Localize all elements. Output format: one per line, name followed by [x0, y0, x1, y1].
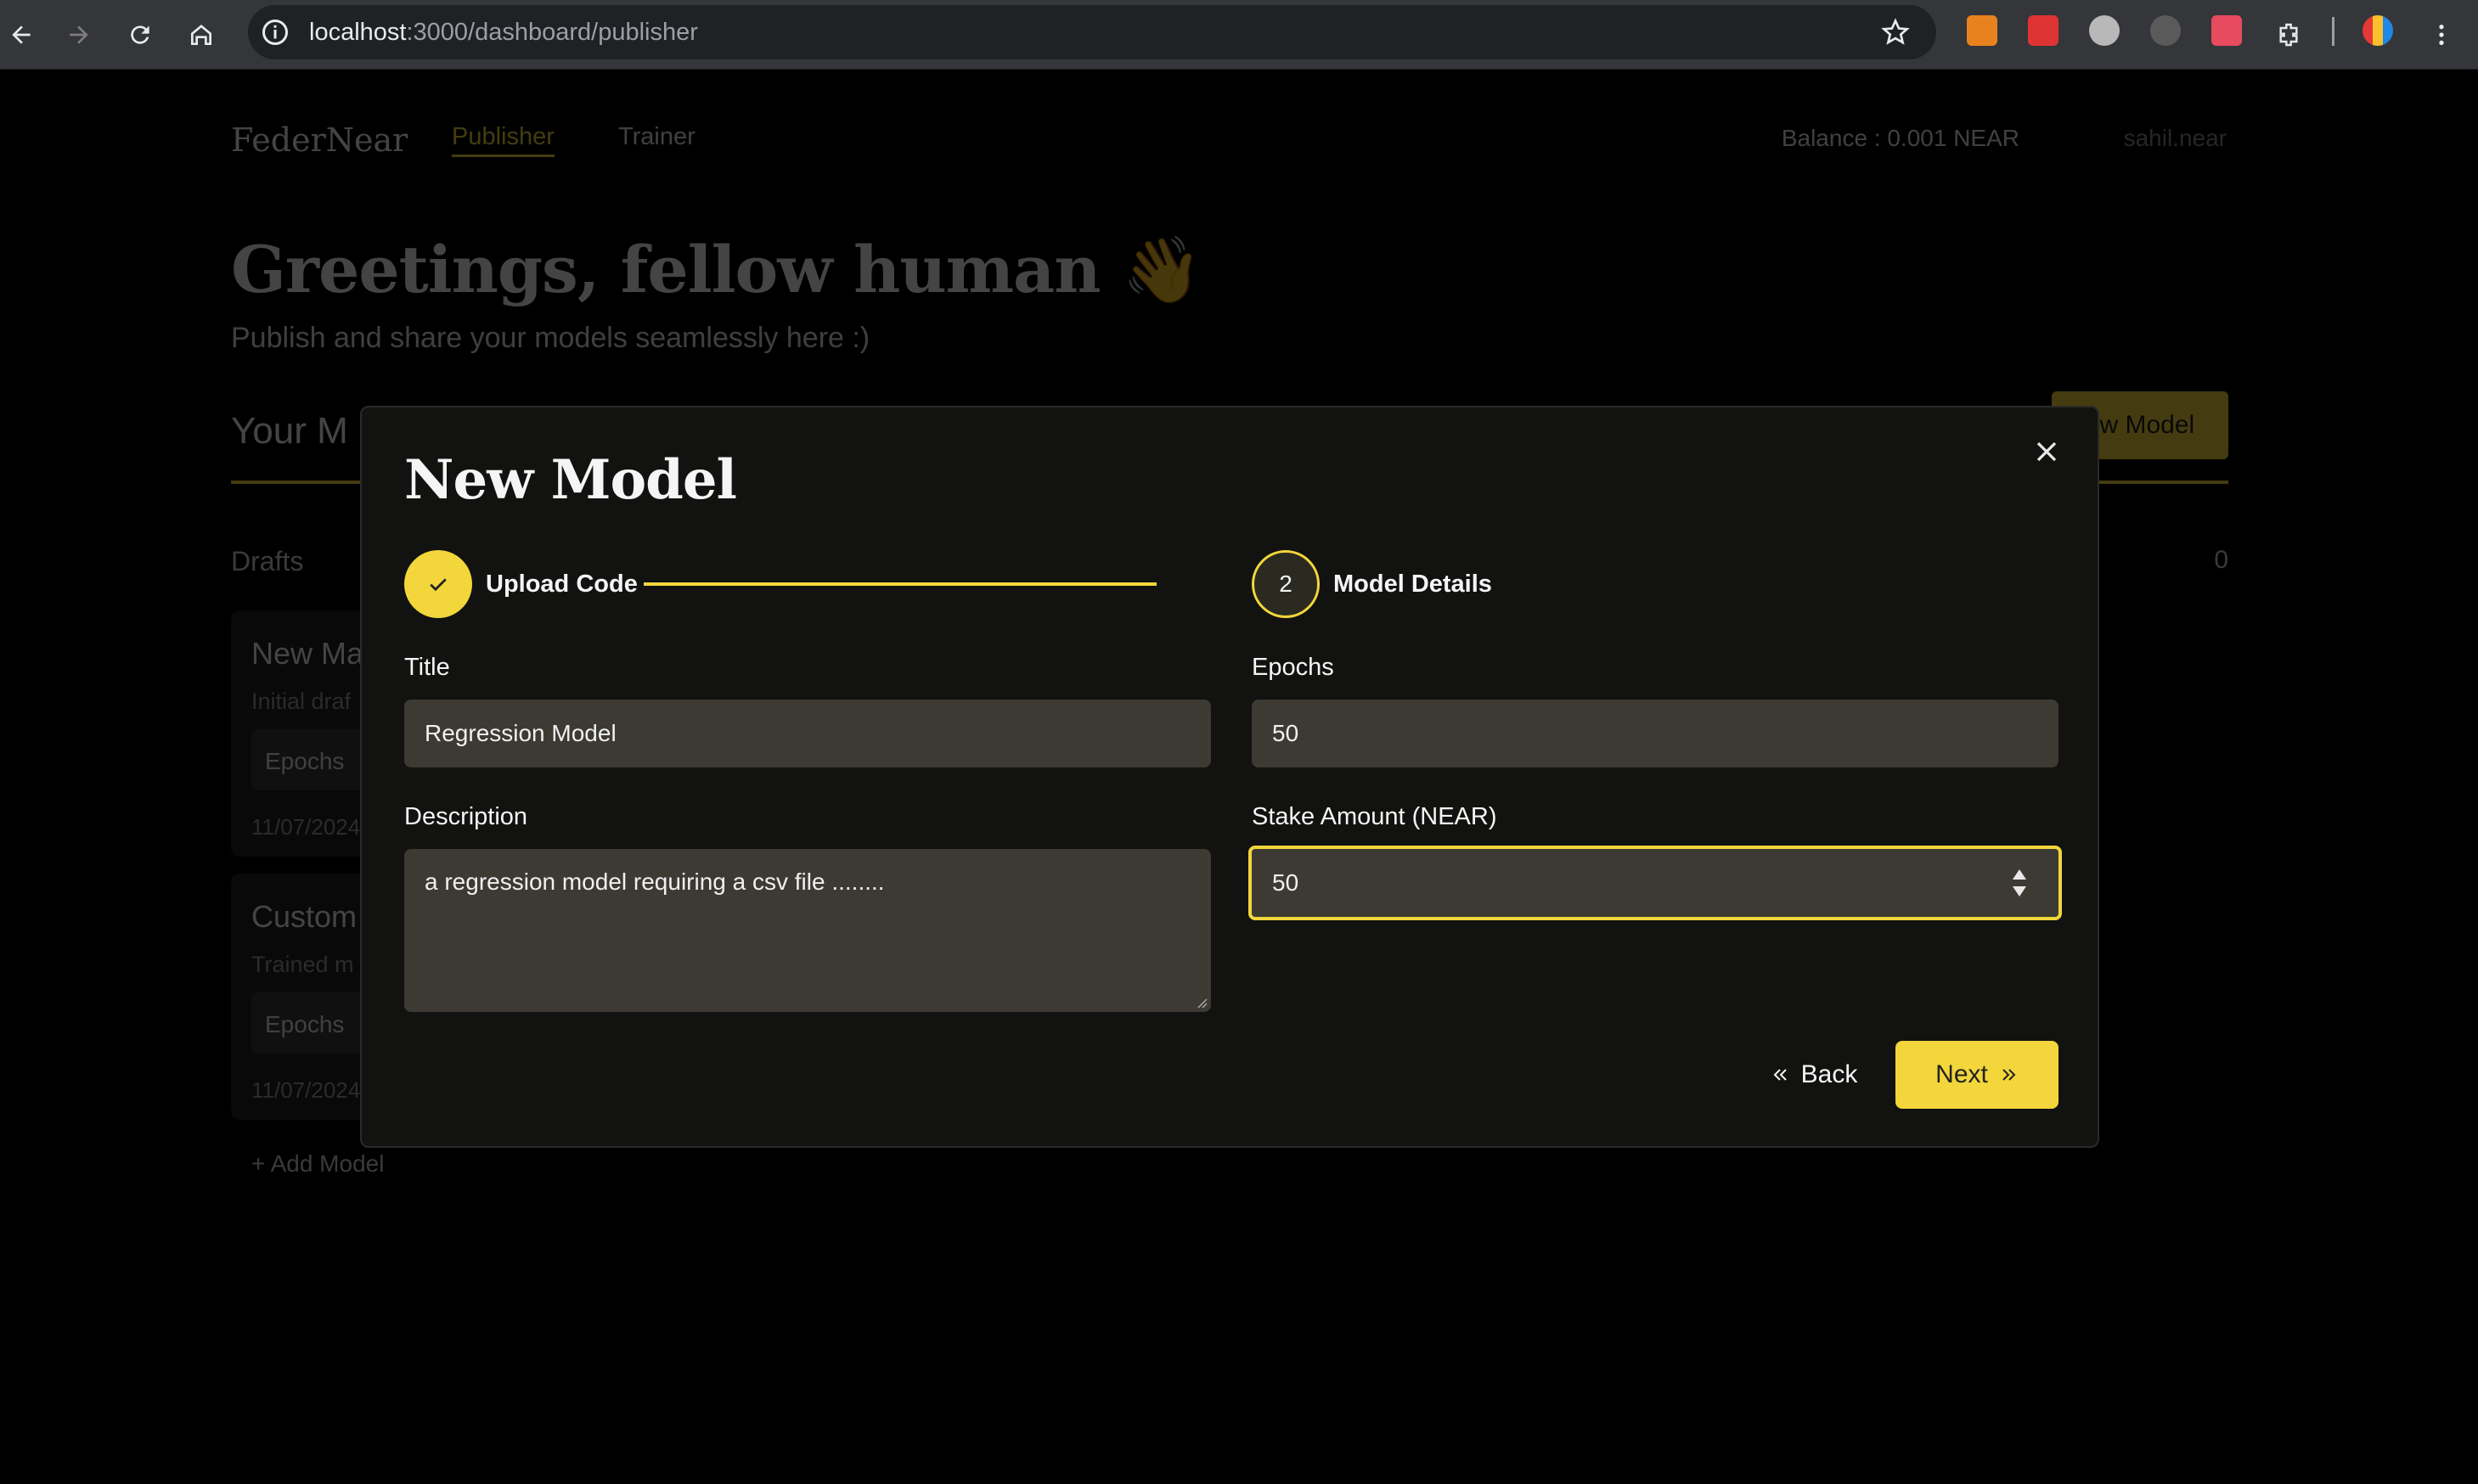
close-icon[interactable] [2030, 435, 2064, 469]
metamask-extension-icon[interactable] [1967, 15, 1997, 46]
epochs-label: Epochs [1252, 654, 1334, 681]
next-button[interactable]: Next [1895, 1041, 2058, 1109]
model-card-subtitle: Trained m [251, 952, 354, 977]
model-card-date: 11/07/2024 [251, 1077, 361, 1103]
step-current-indicator: 2 [1252, 550, 1320, 618]
description-textarea[interactable]: a regression model requiring a csv file … [404, 849, 1211, 1012]
bookmark-star-icon[interactable] [1880, 17, 1911, 48]
extensions-puzzle-icon[interactable] [2267, 14, 2310, 56]
browser-menu-icon[interactable] [2420, 14, 2463, 56]
address-bar[interactable]: localhost:3000/dashboard/publisher [248, 5, 1936, 59]
model-card-title: Custom [251, 899, 358, 934]
home-icon[interactable] [180, 14, 222, 56]
site-info-icon[interactable] [260, 17, 290, 48]
check-icon [430, 578, 447, 592]
stepper-connector [644, 582, 1157, 586]
model-card-date: 11/07/2024 [251, 814, 361, 840]
bug-extension-icon[interactable] [2150, 15, 2181, 46]
app-logo[interactable]: FederNear [231, 121, 408, 159]
step-complete-indicator [404, 550, 472, 618]
model-card-title: New Ma [251, 636, 364, 671]
step-label-model-details: Model Details [1333, 571, 1492, 598]
pocket-extension-icon[interactable] [2211, 15, 2242, 46]
toolbar-separator [2332, 17, 2334, 46]
stake-amount-input[interactable] [1248, 846, 2062, 920]
number-spinner-icon[interactable] [2009, 866, 2030, 900]
owl-extension-icon[interactable] [2089, 15, 2120, 46]
reload-icon[interactable] [119, 14, 161, 56]
epochs-input[interactable] [1252, 700, 2058, 767]
drafts-label: Drafts [231, 546, 304, 576]
drafts-count: 0 [2214, 546, 2228, 574]
description-label: Description [404, 803, 528, 830]
model-card-subtitle: Initial draf [251, 689, 352, 714]
step-label-upload-code: Upload Code [486, 571, 638, 598]
account-id[interactable]: sahil.near [2124, 125, 2227, 152]
nav-trainer[interactable]: Trainer [618, 123, 696, 151]
new-model-dialog: New Model Upload Code 2 Model Details Ti… [360, 406, 2099, 1148]
browser-toolbar: localhost:3000/dashboard/publisher [0, 0, 2478, 70]
nav-publisher[interactable]: Publisher [452, 123, 555, 157]
page-subtitle: Publish and share your models seamlessly… [231, 322, 870, 354]
next-button-label: Next [1935, 1060, 1988, 1088]
back-arrow-icon[interactable] [0, 14, 42, 56]
url-text: localhost:3000/dashboard/publisher [309, 19, 698, 46]
resize-handle-icon[interactable] [1194, 995, 1208, 1009]
double-chevron-left-icon [1773, 1069, 1787, 1081]
add-model-link[interactable]: + Add Model [251, 1150, 384, 1178]
stake-amount-label: Stake Amount (NEAR) [1252, 803, 1497, 830]
dialog-title: New Model [404, 448, 737, 512]
forward-arrow-icon[interactable] [58, 14, 100, 56]
red-extension-icon[interactable] [2028, 15, 2058, 46]
back-button-label: Back [1800, 1060, 1858, 1088]
page-greeting: Greetings, fellow human 👋 [231, 232, 1202, 307]
title-label: Title [404, 654, 450, 681]
profile-avatar-icon[interactable] [2363, 15, 2393, 46]
section-title: Your M [231, 410, 348, 452]
title-input[interactable] [404, 700, 1211, 767]
double-chevron-right-icon [2002, 1069, 2016, 1081]
wallet-balance: Balance : 0.001 NEAR [1781, 125, 2019, 151]
back-button[interactable]: Back [1754, 1041, 1873, 1109]
